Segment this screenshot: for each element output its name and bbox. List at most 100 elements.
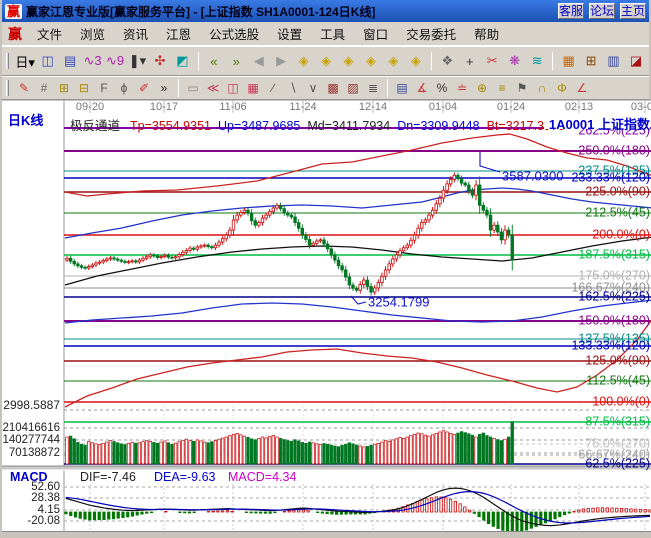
menu-item-2[interactable]: 资讯 [114,26,157,44]
toolbar-drawing: ✎#⊞⊟Fϕ✐» ▭≪◫▦∕∖∨▩▨≣ ▤∡%≐⊕≡⚑∩Φ∠ [2,76,649,100]
gold-circle-button[interactable]: ⊕ [472,79,492,97]
candle-style-button[interactable]: ❚▾ [126,51,148,72]
channel-top-red [65,134,651,196]
toolbar-separator [198,52,199,70]
save-button[interactable]: ◪ [625,51,647,72]
grid-lines-button[interactable]: # [34,79,54,97]
date-tick-label: 10-17 [150,101,178,113]
board-icon[interactable]: ◫ [36,51,58,72]
app-window: 赢 赢家江恩专业版[赢家服务平台] - [上证指数 SH1A0001-124日K… [0,0,651,538]
trend-line-button[interactable]: ∕ [263,79,283,97]
next-bar-button[interactable]: ▶ [270,51,292,72]
scale-ruler-button[interactable]: ▤ [392,79,412,97]
crosshair-tool-button[interactable]: + [459,51,481,72]
period-label[interactable]: 日K线 [8,110,43,129]
date-tick-label: 03-05 [631,101,651,113]
box-fan-button[interactable]: ◫ [223,79,243,97]
volume-axis-label: 210416616 [2,422,60,434]
gann-level-label: 150.0%(180) [578,313,650,327]
menubar: 赢 文件浏览资讯江恩公式选股设置工具窗口交易委托帮助 [2,22,649,46]
fan-lines-button[interactable]: ≪ [203,79,223,97]
grid-layer [2,100,651,531]
menu-item-1[interactable]: 浏览 [71,26,114,44]
toolbar-grip[interactable] [6,80,9,96]
date-tick-label: 01-04 [429,101,457,113]
wave-3-icon[interactable]: ∿3 [81,51,103,72]
toolbar-grip[interactable] [6,53,9,69]
more-tools-button[interactable]: » [154,79,174,97]
gann-gold-grid-button[interactable]: ⊞ [54,79,74,97]
wave-ruler-button[interactable]: ≋ [526,51,548,72]
symbol-label[interactable]: 1A0001 上证指数 [544,114,650,129]
gann-level-label: 187.5%(315) [578,247,650,261]
flag-pen-button[interactable]: ⚑ [512,79,532,97]
gann-flower-button[interactable]: ❋ [503,51,525,72]
notepad-button[interactable]: ▥ [602,51,624,72]
down-line-button[interactable]: ∖ [283,79,303,97]
gann-nav-left-button[interactable]: ◈ [337,51,359,72]
calendar-button[interactable]: ▦ [557,51,579,72]
calculator-button[interactable]: ⊞ [580,51,602,72]
menu-items: 文件浏览资讯江恩公式选股设置工具窗口交易委托帮助 [28,24,508,44]
gann-nav-cross-button[interactable]: ◈ [382,51,404,72]
percent-angle-button[interactable]: ∡ [412,79,432,97]
prev-bar-button[interactable]: ◀ [248,51,270,72]
gann-nav-right-button[interactable]: ◈ [360,51,382,72]
macd-hist-value: MACD=4.34 [228,470,296,484]
first-bar-button[interactable]: « [203,51,225,72]
last-bar-button[interactable]: » [225,51,247,72]
period-day-button[interactable]: 日▾ [14,51,36,72]
gann-nav-center-button[interactable]: ◈ [405,51,427,72]
price-marker-label: 3254.1799 [368,294,429,309]
date-tick-label: 12-14 [359,101,387,113]
zigzag-button[interactable]: ∨ [303,79,323,97]
indicator-name: 极反通道 [70,119,120,133]
box-grid-button[interactable]: ▦ [243,79,263,97]
menu-item-9[interactable]: 帮助 [465,26,508,44]
macd-panel-title[interactable]: MACD [10,470,48,484]
titlebar-button-2[interactable]: 主页 [620,3,646,19]
spiral-button[interactable]: ϕ [114,79,134,97]
titlebar-button-1[interactable]: 论坛 [589,3,615,19]
date-tick-label: 11-06 [219,101,246,113]
fibonacci-button[interactable]: F [94,79,114,97]
angle-tool-button[interactable]: ∠ [572,79,592,97]
menu-item-4[interactable]: 公式选股 [200,26,268,44]
gold-lines-button[interactable]: ≡ [492,79,512,97]
titlebar-button-0[interactable]: 客服 [558,3,584,19]
price-grid-button[interactable]: ▩ [323,79,343,97]
menu-item-7[interactable]: 窗口 [354,26,397,44]
menu-item-5[interactable]: 设置 [268,26,311,44]
gann-level-label: 212.5%(45) [585,205,650,219]
multi-line-button[interactable]: ≣ [363,79,383,97]
arc-tool-button[interactable]: ∩ [532,79,552,97]
wave-9-icon[interactable]: ∿9 [104,51,126,72]
percent-button[interactable]: % [432,79,452,97]
menu-item-6[interactable]: 工具 [311,26,354,44]
grid-axis-button[interactable]: ▨ [343,79,363,97]
menu-item-0[interactable]: 文件 [28,26,71,44]
gann-wheel-icon[interactable]: ✣ [149,51,171,72]
indicator-info-row: 极反通道 Tp=3554.9351Up=3487.9685Md=3411.7934… [70,115,572,134]
candlestick-series [66,172,514,295]
rect-tool-button[interactable]: ▭ [183,79,203,97]
cut-tool-button[interactable]: ✂ [481,51,503,72]
date-tick-label: 09-20 [76,101,104,113]
gann-level-label: 225.0%(90) [585,184,650,198]
gann-nav-forward-button[interactable]: ◈ [315,51,337,72]
pen-grid-button[interactable]: ✐ [134,79,154,97]
color-chart-icon[interactable]: ◩ [171,51,193,72]
menu-item-8[interactable]: 交易委托 [397,26,465,44]
hand-tool-button[interactable]: ❖ [436,51,458,72]
gann-nav-back-button[interactable]: ◈ [292,51,314,72]
toolbar-separator [387,79,388,97]
percent-lines-button[interactable]: ≐ [452,79,472,97]
gann-gold-grid2-button[interactable]: ⊟ [74,79,94,97]
indicator-values: Tp=3554.9351Up=3487.9685Md=3411.7934Dn=3… [130,119,572,133]
pen-tool-button[interactable]: ✎ [14,79,34,97]
gold-ratio-button[interactable]: Φ [552,79,572,97]
chart-region[interactable]: 09-2010-1711-0611-2412-1401-0401-2402-13… [2,100,651,538]
menu-item-3[interactable]: 江恩 [157,26,200,44]
info-list-icon[interactable]: ▤ [59,51,81,72]
gann-level-label: 112.5%(45) [586,373,650,387]
